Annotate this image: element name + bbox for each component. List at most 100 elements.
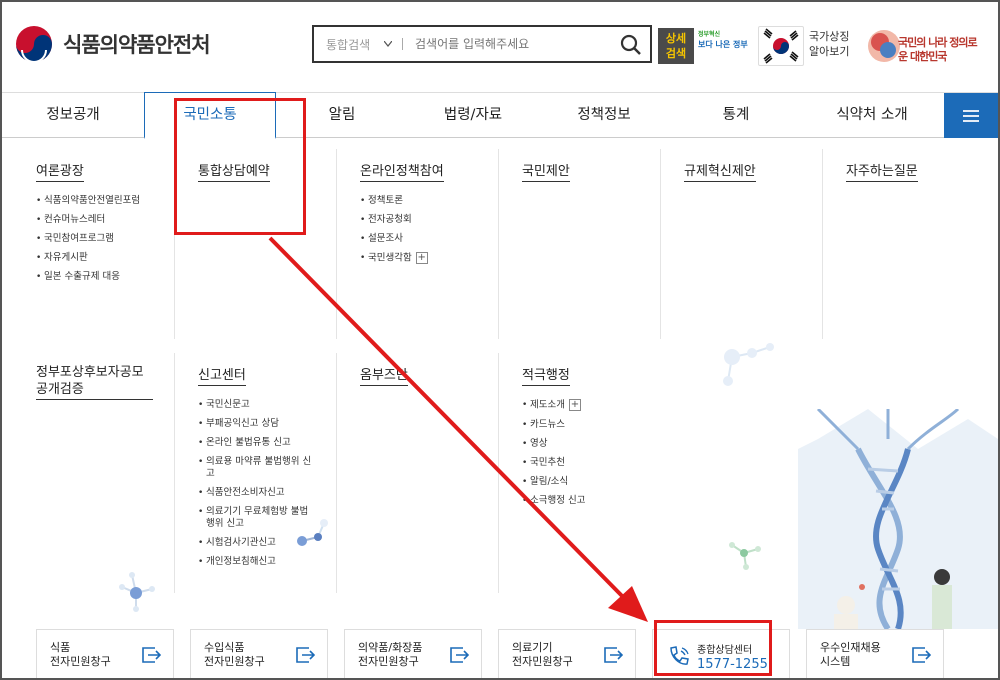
chevron-down-icon [384, 41, 392, 47]
menu-group-title[interactable]: 자주하는질문 [846, 163, 918, 182]
nav-item-law-data[interactable]: 법령/자료 [408, 93, 538, 138]
menu-sublist: 제도소개+ 카드뉴스 영상 국민추천 알림/소식 소극행정 신고 [522, 399, 662, 507]
highlight-box-consultation-center [654, 620, 772, 676]
gov-innovation-logo[interactable]: 정부혁신 보다 나은 정부 [698, 30, 748, 60]
search-input[interactable] [403, 37, 603, 51]
menu-subitem[interactable]: 알림/소식 [522, 476, 662, 488]
menu-icon [963, 109, 979, 122]
national-slogan-logo[interactable]: 국민의 나라 정의로운 대한민국 [864, 24, 986, 68]
search-scope-label: 통합검색 [326, 37, 371, 52]
molecule-decoration-icon [297, 519, 328, 546]
expand-plus-icon[interactable]: + [415, 252, 428, 264]
talent-recruitment-card[interactable]: 우수인재채용 시스템 [806, 629, 944, 678]
browser-frame: 식품의약품안전처 통합검색 상세 검색 정부혁신 보다 나은 정부 [0, 0, 1000, 680]
card-line2: 전자민원창구 [358, 655, 419, 668]
menu-subitem[interactable]: 온라인 불법유통 신고 [198, 437, 316, 449]
card-label: 식품 전자민원창구 [50, 641, 111, 669]
card-line1: 수입식품 [204, 641, 245, 654]
main-nav: 정보공개 국민소통 알림 법령/자료 정책정보 통계 식약처 소개 [2, 92, 998, 139]
menu-group-title[interactable]: 신고센터 [198, 367, 246, 386]
column-divider [498, 353, 499, 593]
menu-group-title[interactable]: 옴부즈만 [360, 367, 408, 386]
menu-subitem[interactable]: 소극행정 신고 [522, 495, 662, 507]
menu-group-title[interactable]: 적극행정 [522, 367, 570, 386]
menu-subitem[interactable]: 국민신문고 [198, 399, 316, 411]
menu-sublist: 정책토론 전자공청회 설문조사 국민생각함+ [360, 195, 500, 265]
menu-subitem[interactable]: 국민추천 [522, 457, 662, 469]
search-scope-select[interactable]: 통합검색 [314, 36, 402, 53]
national-flag-icon[interactable] [758, 26, 804, 66]
national-symbol-label: 국가상징 알아보기 [809, 30, 850, 58]
menu-group-faq: 자주하는질문 [846, 160, 986, 182]
menu-subitem[interactable]: 자유게시판 [36, 252, 176, 264]
menu-subitem[interactable]: 국민생각함+ [360, 252, 500, 265]
nav-item-info-disclosure[interactable]: 정보공개 [2, 93, 144, 138]
menu-group-title[interactable]: 온라인정책참여 [360, 163, 444, 182]
menu-group-title[interactable]: 규제혁신제안 [684, 163, 756, 182]
menu-subitem[interactable]: 제도소개+ [522, 399, 662, 412]
card-line1: 식품 [50, 641, 71, 654]
slogan-text: 국민의 나라 정의로운 대한민국 [898, 36, 978, 63]
gov-slogan-small: 정부혁신 [698, 31, 721, 38]
menu-group-award-verification: 정부포상후보자공모공개검증 [36, 364, 176, 400]
menu-group-title[interactable]: 여론광장 [36, 163, 84, 182]
nav-item-about[interactable]: 식약처 소개 [802, 93, 942, 138]
menu-group-online-policy: 온라인정책참여 정책토론 전자공청회 설문조사 국민생각함+ [360, 160, 500, 272]
menu-subitem-label: 제도소개 [530, 399, 565, 411]
card-label: 수입식품 전자민원창구 [204, 641, 265, 669]
card-label: 의약품/화장품 전자민원창구 [358, 641, 422, 669]
external-link-icon [295, 646, 316, 668]
menu-subitem[interactable]: 식품의약품안전열린포럼 [36, 195, 176, 207]
site-title: 식품의약품안전처 [63, 33, 211, 57]
menu-subitem[interactable]: 영상 [522, 438, 662, 450]
food-civil-service-card[interactable]: 식품 전자민원창구 [36, 629, 174, 678]
molecule-decoration-icon [723, 343, 774, 386]
menu-subitem[interactable]: 부패공익신고 상담 [198, 418, 316, 430]
card-line2: 시스템 [820, 655, 851, 668]
external-link-icon [603, 646, 624, 668]
taegeuk-logo-icon [16, 26, 52, 63]
gov-slogan: 보다 나은 정부 [698, 40, 748, 49]
site-header: 식품의약품안전처 통합검색 상세 검색 정부혁신 보다 나은 정부 [2, 2, 998, 90]
menu-subitem[interactable]: 설문조사 [360, 233, 500, 245]
nav-item-statistics[interactable]: 통계 [670, 93, 802, 138]
molecule-decoration-icon [729, 542, 761, 570]
card-label: 우수인재채용 시스템 [820, 641, 881, 669]
menu-subitem[interactable]: 전자공청회 [360, 214, 500, 226]
menu-subitem[interactable]: 식품안전소비자신고 [198, 487, 316, 499]
menu-subitem[interactable]: 카드뉴스 [522, 419, 662, 431]
menu-subitem[interactable]: 컨슈머뉴스레터 [36, 214, 176, 226]
menu-group-ombudsman: 옴부즈만 [360, 364, 500, 386]
medical-device-civil-service-card[interactable]: 의료기기 전자민원창구 [498, 629, 636, 678]
card-label: 의료기기 전자민원창구 [512, 641, 573, 669]
menu-subitem[interactable]: 정책토론 [360, 195, 500, 207]
card-line1: 의료기기 [512, 641, 553, 654]
national-symbol-link[interactable]: 국가상징 알아보기 [809, 29, 853, 59]
external-link-icon [141, 646, 162, 668]
molecule-decoration-icon [119, 572, 155, 612]
dna-illustration-icon [798, 409, 998, 629]
menu-group-public-forum: 여론광장 식품의약품안전열린포럼 컨슈머뉴스레터 국민참여프로그램 자유게시판 … [36, 160, 176, 290]
menu-group-proposal: 국민제안 [522, 160, 662, 182]
menu-subitem[interactable]: 일본 수출규제 대응 [36, 271, 176, 283]
hamburger-menu-button[interactable] [944, 93, 998, 138]
menu-group-title[interactable]: 정부포상후보자공모공개검증 [36, 364, 153, 400]
expand-plus-icon[interactable]: + [568, 399, 581, 411]
menu-subitem[interactable]: 국민참여프로그램 [36, 233, 176, 245]
search-icon[interactable] [620, 34, 642, 59]
detail-search-button[interactable]: 상세 검색 [658, 28, 694, 64]
external-link-icon [911, 646, 932, 668]
menu-subitem[interactable]: 의료용 마약류 불법행위 신고 [198, 456, 316, 480]
menu-group-regulation: 규제혁신제안 [684, 160, 824, 182]
menu-subitem[interactable]: 개인정보침해신고 [198, 556, 316, 568]
highlight-box-consultation-booking [174, 98, 306, 235]
imported-food-civil-service-card[interactable]: 수입식품 전자민원창구 [190, 629, 328, 678]
drug-cosmetic-civil-service-card[interactable]: 의약품/화장품 전자민원창구 [344, 629, 482, 678]
card-line2: 전자민원창구 [204, 655, 265, 668]
search-bar: 통합검색 [312, 25, 652, 63]
external-link-icon [449, 646, 470, 668]
nav-item-policy[interactable]: 정책정보 [538, 93, 670, 138]
menu-group-title[interactable]: 국민제안 [522, 163, 570, 182]
mega-menu-panel: 여론광장 식품의약품안전열린포럼 컨슈머뉴스레터 국민참여프로그램 자유게시판 … [2, 139, 998, 678]
site-logo[interactable]: 식품의약품안전처 [14, 24, 211, 64]
